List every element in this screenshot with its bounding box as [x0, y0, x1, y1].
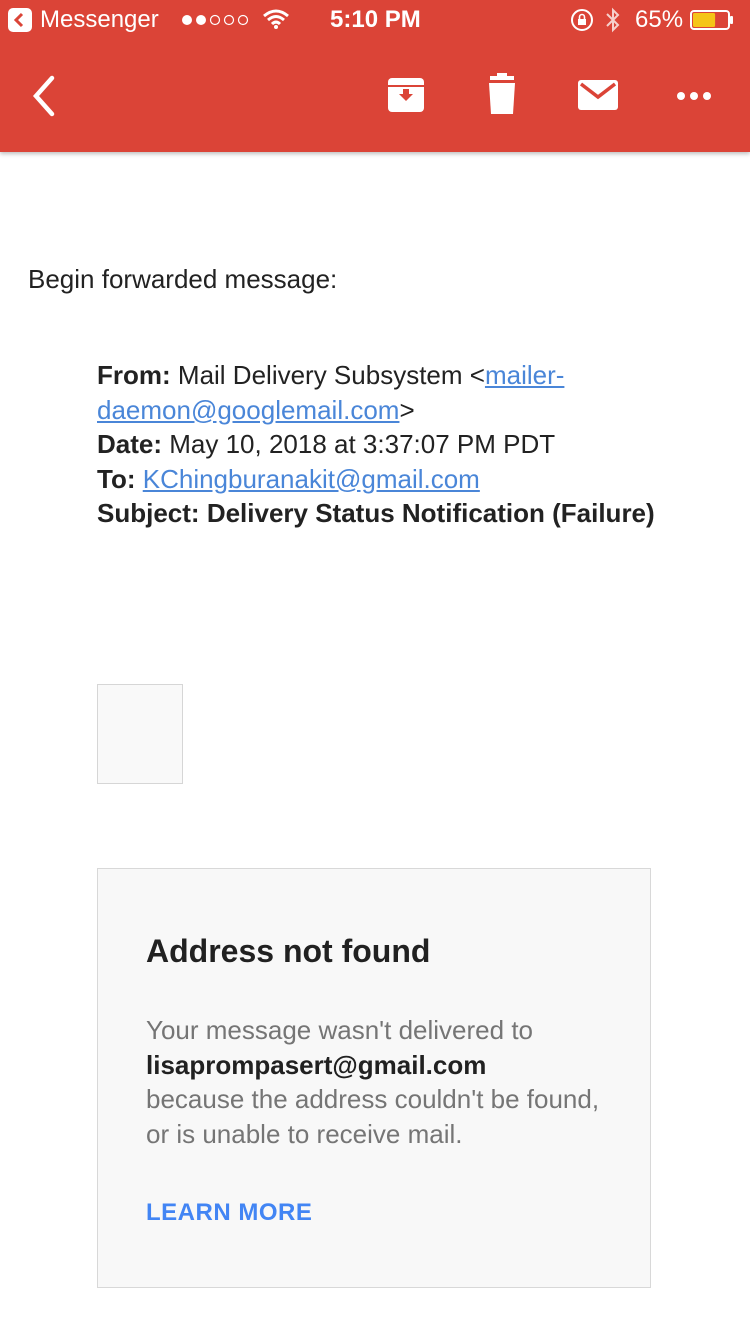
date-label: Date: — [97, 429, 163, 459]
to-line: To: KChingburanakit@gmail.com — [97, 462, 657, 497]
date-line: Date: May 10, 2018 at 3:37:07 PM PDT — [97, 427, 657, 462]
forwarded-headers: From: Mail Delivery Subsystem <mailer-da… — [97, 358, 657, 531]
signal-strength-icon — [182, 14, 249, 26]
battery-percent: 65% — [635, 6, 684, 33]
card-body: Your message wasn't delivered to lisapro… — [146, 1013, 606, 1151]
forward-intro: Begin forwarded message: — [28, 264, 338, 294]
card-title: Address not found — [146, 933, 431, 969]
app-bar: Messenger 5:10 PM 65% — [0, 0, 750, 152]
from-label: From: — [97, 360, 171, 390]
from-close: > — [399, 394, 415, 425]
back-to-app-label[interactable]: Messenger — [40, 6, 159, 34]
to-label: To: — [97, 463, 136, 494]
delete-icon[interactable] — [480, 72, 524, 116]
rotation-lock-icon — [571, 9, 593, 31]
back-arrow-icon[interactable] — [28, 74, 68, 118]
date-value: May 10, 2018 at 3:37:07 PM PDT — [169, 429, 556, 459]
subject-value: Delivery Status Notification (Failure) — [206, 498, 655, 528]
battery-icon — [690, 10, 733, 30]
status-bar: Messenger 5:10 PM 65% — [0, 0, 750, 40]
card-body-after: because the address couldn't be found, o… — [146, 1084, 600, 1149]
status-time: 5:10 PM — [330, 6, 421, 33]
from-line: From: Mail Delivery Subsystem <mailer-da… — [97, 358, 657, 427]
subject-line: Subject: Delivery Status Notification (F… — [97, 496, 657, 531]
more-icon[interactable] — [672, 72, 716, 116]
back-to-app-icon[interactable] — [8, 8, 32, 32]
wifi-icon — [263, 9, 289, 29]
delivery-failure-card: Address not found Your message wasn't de… — [97, 868, 651, 1288]
mail-icon[interactable] — [576, 72, 620, 116]
learn-more-link[interactable]: LEARN MORE — [146, 1199, 312, 1227]
archive-icon[interactable] — [384, 72, 428, 116]
image-placeholder — [97, 684, 183, 784]
from-name: Mail Delivery Subsystem < — [177, 360, 485, 390]
failed-address: lisaprompasert@gmail.com — [146, 1049, 487, 1080]
subject-label: Subject: — [97, 498, 200, 528]
card-body-before: Your message wasn't delivered to — [146, 1015, 534, 1045]
to-email-link[interactable]: KChingburanakit@gmail.com — [143, 464, 480, 494]
bluetooth-icon — [606, 7, 620, 33]
